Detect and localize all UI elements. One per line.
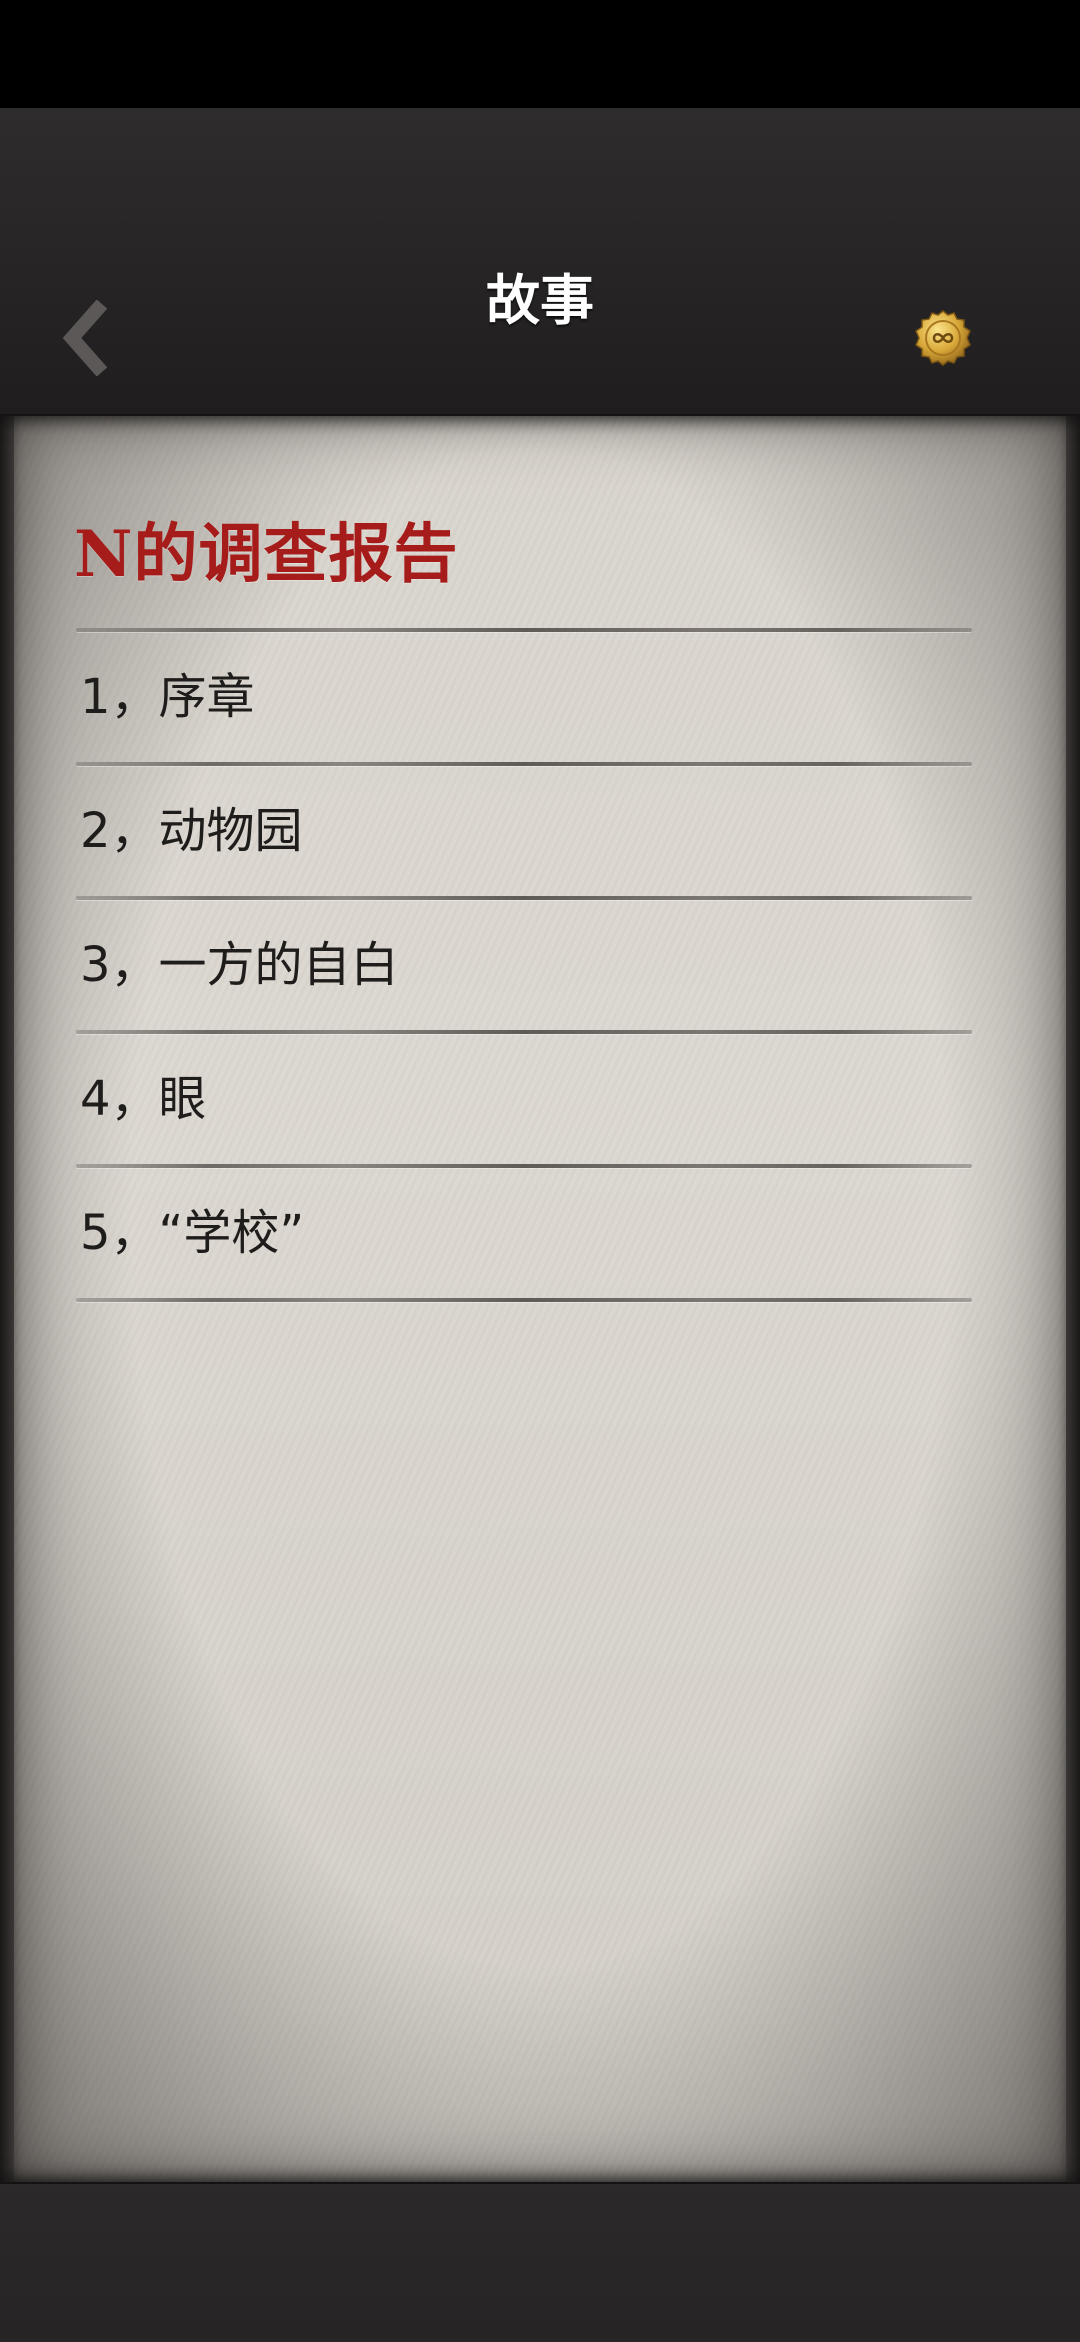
gold-coin-icon (915, 310, 971, 366)
chapter-item-2[interactable]: 2，动物园 (76, 766, 972, 896)
paper-left-edge (0, 414, 14, 2182)
navigation-bar (0, 108, 1080, 416)
chapter-list: 1，序章 2，动物园 3，一方的自白 4，眼 5，“学校” (76, 628, 972, 1302)
chapter-item-4[interactable]: 4，眼 (76, 1034, 972, 1164)
bottom-bar (0, 2182, 1080, 2342)
status-bar (0, 0, 1080, 108)
chapter-item-1[interactable]: 1，序章 (76, 632, 972, 762)
story-title: N的调查报告 (74, 517, 459, 592)
chapter-item-3[interactable]: 3，一方的自白 (76, 900, 972, 1030)
chapter-label: 2，动物园 (80, 803, 303, 859)
coin-button[interactable] (914, 309, 972, 367)
divider (76, 1298, 972, 1302)
chapter-label: 3，一方的自白 (80, 937, 399, 993)
chapter-label: 1，序章 (80, 669, 255, 725)
chapter-label: 5，“学校” (80, 1205, 305, 1261)
chapter-label: 4，眼 (80, 1071, 207, 1127)
chapter-item-5[interactable]: 5，“学校” (76, 1168, 972, 1298)
paper-right-edge (1066, 414, 1080, 2182)
